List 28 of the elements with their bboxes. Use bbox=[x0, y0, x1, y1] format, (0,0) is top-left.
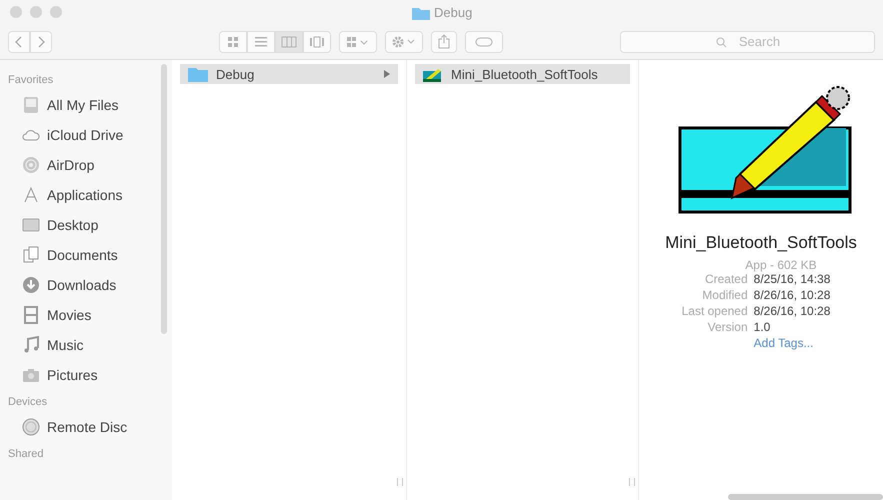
sidebar-item[interactable]: AirDrop bbox=[0, 150, 172, 180]
detail-label: Created bbox=[704, 272, 748, 286]
sidebar-item[interactable]: Downloads bbox=[0, 270, 172, 300]
sidebar-item[interactable]: Desktop bbox=[0, 210, 172, 240]
sidebar-item[interactable]: Movies bbox=[0, 300, 172, 330]
sidebar-item[interactable]: Pictures bbox=[0, 360, 172, 390]
file-row[interactable]: Mini_Bluetooth_SoftTools bbox=[415, 64, 630, 84]
file-kind-size: App - 602 KB bbox=[745, 258, 817, 272]
sidebar-item[interactable]: iCloud Drive bbox=[0, 120, 172, 150]
window-title: Debug bbox=[434, 5, 472, 20]
sidebar-section-title: Devices bbox=[7, 395, 48, 410]
sidebar-item[interactable]: All My Files bbox=[0, 90, 172, 120]
detail-value: 8/26/16, 10:28 bbox=[754, 304, 830, 318]
detail-value: 1.0 bbox=[754, 320, 772, 334]
search-field[interactable]: Search bbox=[620, 30, 875, 52]
sidebar-item[interactable]: Remote Disc bbox=[0, 412, 172, 442]
file-row[interactable]: Debug bbox=[180, 64, 398, 84]
sidebar-item[interactable]: Music bbox=[0, 330, 172, 360]
detail-value: 8/26/16, 10:28 bbox=[754, 288, 830, 302]
detail-label: Version bbox=[706, 320, 748, 334]
detail-value: 8/25/16, 14:38 bbox=[754, 272, 830, 286]
sidebar-item[interactable]: Documents bbox=[0, 240, 172, 270]
sidebar-section-title: Shared bbox=[7, 447, 44, 462]
detail-label: Modified bbox=[701, 288, 748, 302]
detail-label: Last opened bbox=[682, 304, 748, 318]
sidebar-section-title: Favorites bbox=[7, 73, 54, 88]
file-name: Mini_Bluetooth_SoftTools bbox=[664, 232, 858, 254]
sidebar-item[interactable]: Applications bbox=[0, 180, 172, 210]
